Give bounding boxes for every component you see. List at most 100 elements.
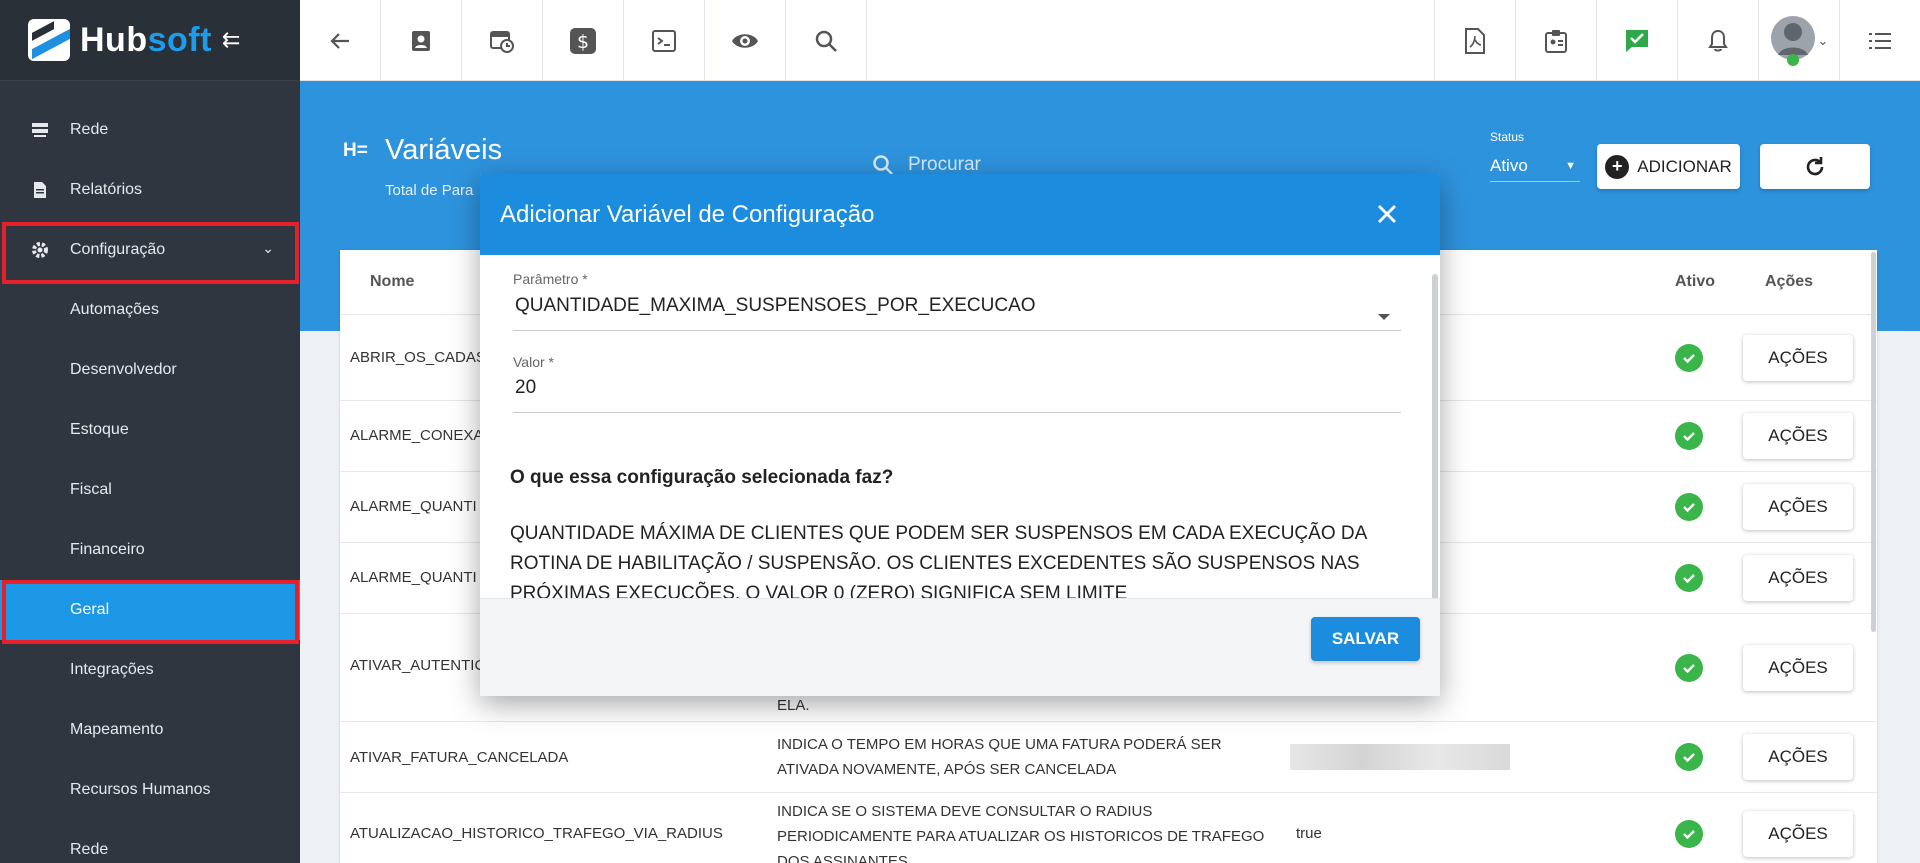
redacted-value	[1290, 744, 1510, 770]
close-button[interactable]	[1372, 199, 1402, 229]
collapse-menu-icon[interactable]: ⇇	[222, 27, 240, 53]
id-badge-button[interactable]	[1515, 0, 1596, 81]
row-name: ATUALIZACAO_HISTORICO_TRAFEGO_VIA_RADIUS	[350, 825, 723, 842]
chat-check-icon	[1626, 29, 1648, 52]
terminal-button[interactable]	[624, 0, 705, 81]
sidebar-item-integracoes[interactable]: Integrações	[0, 640, 300, 700]
sidebar: Hubsoft ⇇ Rede Relatórios Configuração ⌄…	[0, 0, 300, 863]
caret-down-icon: ▼	[1565, 159, 1576, 172]
avatar	[1770, 15, 1815, 66]
sidebar-item-financeiro[interactable]: Financeiro	[0, 520, 300, 580]
row-value: true	[1296, 825, 1322, 842]
eye-icon	[732, 33, 758, 48]
refresh-icon	[1806, 156, 1824, 175]
list-icon	[1869, 32, 1891, 49]
refresh-button[interactable]	[1760, 144, 1870, 189]
active-check-icon	[1675, 820, 1703, 848]
document-icon	[30, 180, 50, 200]
row-description: INDICA SE O SISTEMA DEVE CONSULTAR O RAD…	[777, 803, 1265, 863]
dialog-footer: SALVAR	[480, 598, 1440, 696]
description-heading: O que essa configuração selecionada faz?	[510, 467, 894, 488]
row-actions-button[interactable]: AÇÕES	[1743, 734, 1853, 780]
parameter-label: Parâmetro *	[513, 271, 588, 287]
active-check-icon	[1675, 493, 1703, 521]
finance-button[interactable]: $	[543, 0, 624, 81]
sidebar-item-label: Recursos Humanos	[70, 781, 211, 798]
sidebar-item-label: Integrações	[70, 661, 154, 678]
pdf-file-icon	[1465, 27, 1485, 54]
chat-button[interactable]	[1596, 0, 1677, 81]
view-button[interactable]	[705, 0, 786, 81]
svg-text:$: $	[577, 31, 589, 53]
dialog-scrollbar[interactable]	[1432, 274, 1438, 601]
row-actions-button[interactable]: AÇÕES	[1743, 811, 1853, 857]
parameter-select[interactable]: QUANTIDADE_MAXIMA_SUSPENSOES_POR_EXECUCA…	[515, 295, 1036, 317]
sidebar-item-geral[interactable]: Geral	[0, 580, 300, 640]
badge-icon	[1545, 29, 1567, 53]
value-field[interactable]: 20	[515, 377, 536, 399]
contacts-button[interactable]	[381, 0, 462, 81]
table-row: ATIVAR_FATURA_CANCELADA INDICA O TEMPO E…	[340, 722, 1877, 793]
sidebar-item-configuracao[interactable]: Configuração ⌄	[0, 220, 300, 280]
contact-card-icon	[412, 30, 430, 51]
pdf-button[interactable]	[1434, 0, 1515, 81]
row-actions-button[interactable]: AÇÕES	[1743, 484, 1853, 530]
value-underline	[513, 412, 1401, 413]
brand-logo-text: Hubsoft	[80, 20, 212, 59]
sidebar-item-rede-sub[interactable]: Rede	[0, 820, 300, 863]
sidebar-nav: Rede Relatórios Configuração ⌄ Automaçõe…	[0, 81, 300, 863]
dialog-body: Parâmetro * QUANTIDADE_MAXIMA_SUSPENSOES…	[480, 255, 1440, 604]
sidebar-item-label: Geral	[70, 601, 110, 618]
gear-icon	[30, 240, 50, 260]
top-toolbar: $ ⌄	[300, 0, 1920, 81]
sidebar-item-label: Rede	[70, 121, 109, 138]
sidebar-item-estoque[interactable]: Estoque	[0, 400, 300, 460]
status-select[interactable]: Ativo ▼	[1490, 150, 1580, 182]
sidebar-item-rede[interactable]: Rede	[0, 100, 300, 160]
active-check-icon	[1675, 422, 1703, 450]
row-actions-button[interactable]: AÇÕES	[1743, 413, 1853, 459]
dropdown-arrow-icon[interactable]	[1378, 314, 1390, 320]
user-menu[interactable]: ⌄	[1758, 0, 1839, 81]
arrow-left-icon	[330, 32, 349, 49]
sidebar-item-label: Financeiro	[70, 541, 145, 558]
sidebar-item-fiscal[interactable]: Fiscal	[0, 460, 300, 520]
row-actions-button[interactable]: AÇÕES	[1743, 335, 1853, 381]
search-button[interactable]	[786, 0, 867, 81]
row-name: ABRIR_OS_CADAS	[350, 349, 486, 366]
active-check-icon	[1675, 654, 1703, 682]
row-name: ALARME_QUANTI	[350, 498, 477, 515]
column-header-nome[interactable]: Nome	[370, 273, 414, 291]
sidebar-item-recursos-humanos[interactable]: Recursos Humanos	[0, 760, 300, 820]
toolbar-right-group: ⌄	[1434, 0, 1920, 81]
table-scrollbar[interactable]	[1871, 252, 1876, 632]
sidebar-item-relatorios[interactable]: Relatórios	[0, 160, 300, 220]
sidebar-item-label: Fiscal	[70, 481, 112, 498]
sidebar-item-label: Mapeamento	[70, 721, 164, 738]
status-label: Status	[1490, 130, 1525, 144]
sidebar-item-desenvolvedor[interactable]: Desenvolvedor	[0, 340, 300, 400]
page-subtitle: Total de Para	[385, 182, 474, 199]
bell-icon	[1708, 29, 1728, 51]
logo-bar: Hubsoft ⇇	[0, 0, 300, 81]
notifications-button[interactable]	[1677, 0, 1758, 81]
row-actions-button[interactable]: AÇÕES	[1743, 555, 1853, 601]
list-menu-button[interactable]	[1839, 0, 1920, 81]
row-actions-button[interactable]: AÇÕES	[1743, 645, 1853, 691]
column-header-ativo[interactable]: Ativo	[1675, 273, 1715, 291]
dialog-header: Adicionar Variável de Configuração	[480, 174, 1440, 255]
sidebar-item-label: Automações	[70, 301, 159, 318]
schedule-button[interactable]	[462, 0, 543, 81]
sidebar-item-automacoes[interactable]: Automações	[0, 280, 300, 340]
back-button[interactable]	[300, 0, 381, 81]
row-description: ELA.	[777, 697, 810, 714]
search-icon	[815, 30, 837, 52]
sidebar-item-label: Configuração	[70, 241, 166, 258]
add-button[interactable]: + ADICIONAR	[1597, 144, 1740, 189]
active-check-icon	[1675, 564, 1703, 592]
sidebar-item-mapeamento[interactable]: Mapeamento	[0, 700, 300, 760]
row-name: ALARME_QUANTI	[350, 569, 477, 586]
row-name: ALARME_CONEXA	[350, 427, 484, 444]
save-button[interactable]: SALVAR	[1311, 617, 1420, 661]
parameter-underline	[513, 330, 1401, 331]
